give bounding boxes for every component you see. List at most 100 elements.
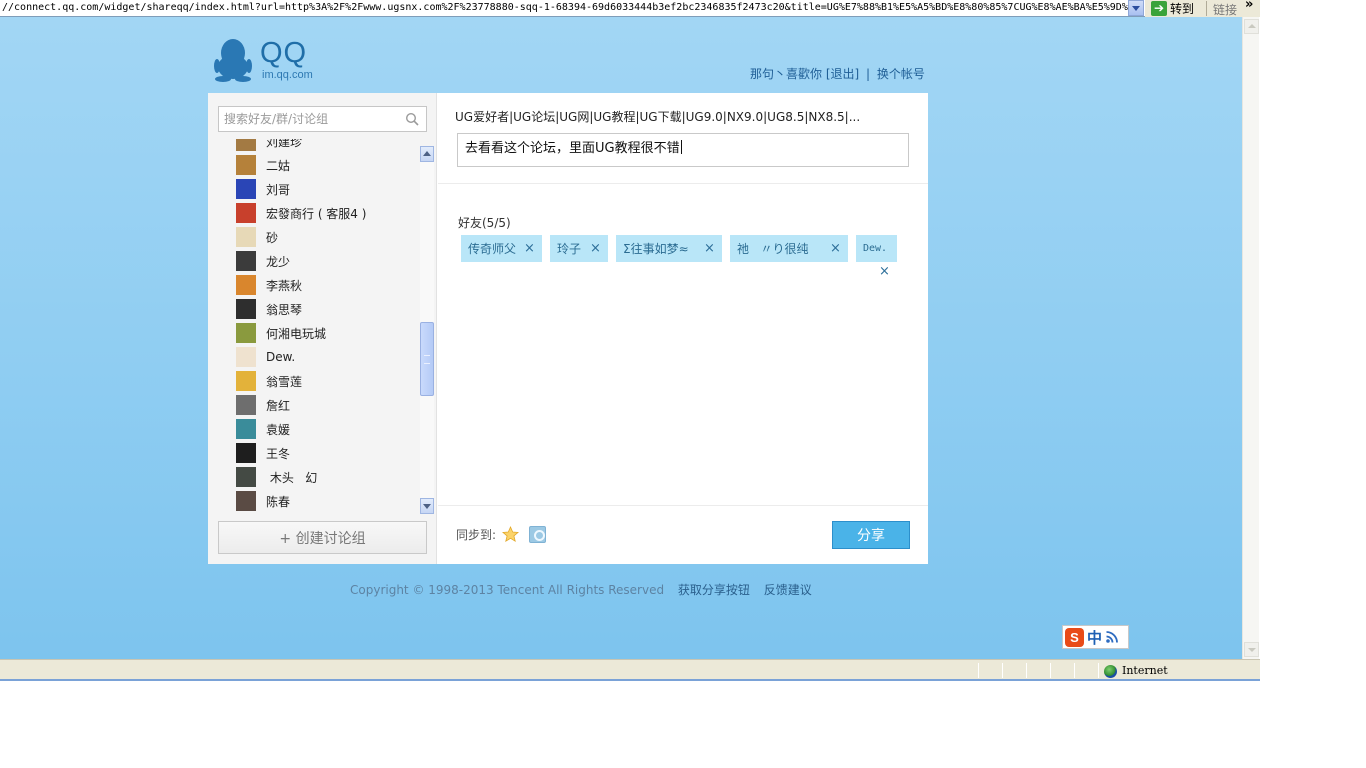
friend-item[interactable]: 王冬 — [236, 441, 416, 465]
friend-name: 陈春 — [266, 494, 291, 509]
logo-domain-text: im.qq.com — [262, 69, 313, 81]
go-button[interactable]: ➔ 转到 — [1151, 0, 1207, 17]
friend-item[interactable]: 二姑 — [236, 153, 416, 177]
remove-icon[interactable]: × — [879, 265, 890, 278]
page-viewport: QQ im.qq.com 那句丶喜歡你 [退出] | 换个帐号 刘建珍 — [0, 17, 1242, 659]
friend-name: 李燕秋 — [266, 278, 303, 293]
feedback-link[interactable]: 反馈建议 — [764, 583, 812, 597]
links-toolbar[interactable]: 链接 — [1213, 1, 1237, 18]
friend-name: 二姑 — [266, 158, 291, 173]
avatar — [236, 227, 256, 247]
friend-name: 翁雪莲 — [266, 374, 303, 389]
page-scrollbar[interactable] — [1242, 17, 1259, 659]
sogou-logo-icon[interactable]: S — [1065, 627, 1084, 647]
share-content: UG爱好者|UG论坛|UG网|UG教程|UG下载|UG9.0|NX9.0|UG8… — [438, 93, 928, 564]
remove-icon[interactable]: × — [704, 242, 715, 255]
switch-account-link[interactable]: 换个帐号 — [877, 67, 925, 81]
go-label: 转到 — [1170, 2, 1195, 16]
friend-item[interactable]: 木头 幻 — [236, 465, 416, 489]
tag-label: Σ往事如梦≈ — [623, 242, 689, 256]
scroll-down-button[interactable] — [420, 498, 434, 514]
footer: Copyright © 1998-2013 Tencent All Rights… — [350, 581, 812, 598]
status-divider — [1026, 663, 1027, 678]
get-share-button-link[interactable]: 获取分享按钮 — [678, 583, 750, 597]
friend-name: 刘建珍 — [266, 139, 303, 149]
friend-name: 翁思琴 — [266, 302, 303, 317]
friend-item[interactable]: 李燕秋 — [236, 273, 416, 297]
qq-logo[interactable]: QQ im.qq.com — [212, 38, 313, 82]
divider — [438, 183, 928, 184]
penguin-icon — [214, 39, 252, 82]
search-input[interactable] — [219, 107, 399, 131]
friend-item[interactable]: 陈春 — [236, 489, 416, 513]
star-icon[interactable] — [502, 526, 519, 543]
friend-item-partial[interactable]: 刘建珍 — [236, 139, 416, 153]
friend-name: 詹红 — [266, 398, 291, 413]
friend-list-scrollbar[interactable] — [420, 146, 434, 514]
logout-link[interactable]: [退出] — [826, 67, 859, 81]
friend-name: 砂 — [266, 230, 279, 245]
friend-name: 王冬 — [266, 446, 291, 461]
friend-item[interactable]: 詹红 — [236, 393, 416, 417]
address-dropdown-button[interactable] — [1128, 0, 1144, 16]
friend-item[interactable]: 砂 — [236, 225, 416, 249]
selected-friend-tag: Dew. — [856, 235, 897, 262]
friend-item[interactable]: 何湘电玩城 — [236, 321, 416, 345]
remove-icon[interactable]: × — [524, 242, 535, 255]
comment-text: 去看看这个论坛，里面UG教程很不错 — [465, 141, 680, 156]
address-bar: //connect.qq.com/widget/shareqq/index.ht… — [0, 0, 1260, 17]
logo-text: QQ im.qq.com — [260, 38, 313, 81]
selected-friend-tag: 传奇师父 × — [461, 235, 542, 262]
copyright-text: Copyright © 1998-2013 Tencent All Rights… — [350, 583, 665, 597]
status-divider — [1098, 663, 1099, 678]
avatar — [236, 467, 256, 487]
avatar — [236, 395, 256, 415]
friend-name: 龙少 — [266, 254, 291, 269]
sync-label: 同步到: — [456, 528, 497, 542]
security-zone-label: Internet — [1122, 664, 1168, 677]
scroll-up-button[interactable] — [420, 146, 434, 162]
ime-menu-icon[interactable] — [1105, 630, 1119, 644]
friend-item[interactable]: 翁思琴 — [236, 297, 416, 321]
tag-label: Dew. — [863, 243, 888, 254]
text-caret — [680, 140, 682, 154]
share-comment-input[interactable]: 去看看这个论坛，里面UG教程很不错 — [457, 133, 909, 167]
tag-label: 祂 〃り很纯 — [737, 242, 809, 256]
avatar — [236, 443, 256, 463]
selected-friend-tag: 玲子 × — [550, 235, 608, 262]
divider — [438, 505, 928, 506]
friend-item[interactable]: Dew. — [236, 345, 416, 369]
friend-sidebar: 刘建珍 二姑刘哥宏發商行 ( 客服4 ) 砂龙少李燕秋翁思琴何湘电玩城 Dew. 翁雪… — [208, 93, 437, 564]
friend-item[interactable]: 刘哥 — [236, 177, 416, 201]
share-title: UG爱好者|UG论坛|UG网|UG教程|UG下载|UG9.0|NX9.0|UG8… — [455, 110, 861, 124]
chevron-more-icon[interactable]: » — [1245, 0, 1253, 12]
create-group-button[interactable]: + 创建讨论组 — [218, 521, 427, 554]
remove-icon[interactable]: × — [830, 242, 841, 255]
scroll-thumb[interactable] — [420, 322, 434, 396]
share-button[interactable]: 分享 — [832, 521, 910, 549]
friend-item[interactable]: 袁媛 — [236, 417, 416, 441]
status-divider — [1002, 663, 1003, 678]
selected-friend-tag: Σ往事如梦≈ × — [616, 235, 722, 262]
status-bar: Internet — [0, 659, 1260, 681]
friend-item[interactable]: 宏發商行 ( 客服4 ) — [236, 201, 416, 225]
friend-item[interactable]: 龙少 — [236, 249, 416, 273]
qzone-icon[interactable] — [529, 526, 546, 543]
share-panel: 刘建珍 二姑刘哥宏發商行 ( 客服4 ) 砂龙少李燕秋翁思琴何湘电玩城 Dew. 翁雪… — [208, 93, 928, 564]
friend-item[interactable]: 翁雪莲 — [236, 369, 416, 393]
scroll-up-button[interactable] — [1244, 19, 1259, 34]
ime-toolbar[interactable]: S 中 — [1062, 625, 1129, 649]
avatar — [236, 179, 256, 199]
friend-name: 木头 幻 — [266, 470, 318, 485]
remove-icon[interactable]: × — [590, 242, 601, 255]
search-icon[interactable] — [405, 112, 419, 126]
scroll-down-button[interactable] — [1244, 642, 1259, 657]
search-box — [218, 106, 427, 132]
selected-friends-count: 好友(5/5) — [458, 216, 511, 230]
avatar — [236, 299, 256, 319]
ime-mode-indicator[interactable]: 中 — [1087, 627, 1102, 648]
address-input[interactable]: //connect.qq.com/widget/shareqq/index.ht… — [0, 0, 1145, 17]
avatar — [236, 139, 256, 151]
friend-name: Dew. — [266, 350, 296, 364]
friend-name: 宏發商行 ( 客服4 ) — [266, 206, 367, 221]
